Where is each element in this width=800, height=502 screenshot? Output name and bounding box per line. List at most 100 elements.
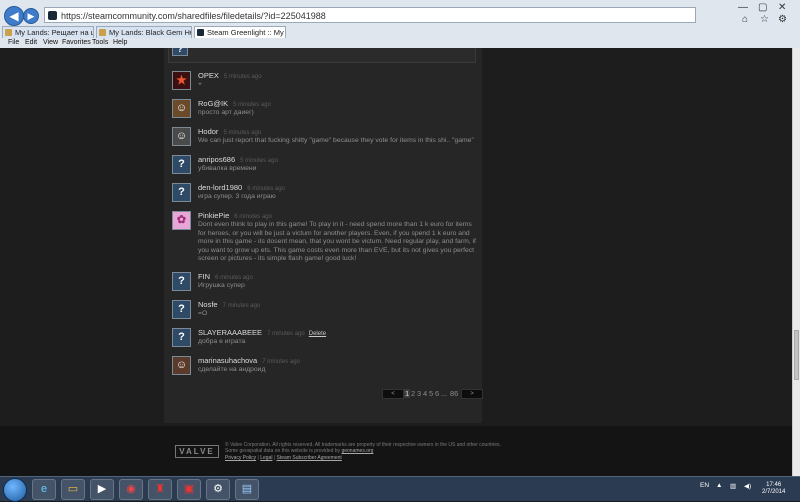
tab-favicon-icon	[5, 29, 12, 36]
comment: ? den-lord1980 6 minutes ago игра супер. …	[172, 183, 477, 207]
network-icon[interactable]: ▥	[730, 482, 736, 490]
valve-logo[interactable]: VALVE	[175, 445, 219, 458]
tab-my-lands-2[interactable]: My Lands: Black Gem Hunting	[96, 26, 192, 38]
comment-text: Dont even think to play in this game! To…	[198, 221, 476, 263]
comment-text: Игрушка супер	[198, 282, 245, 289]
comment-author[interactable]: SLAYERAAABEEE	[198, 328, 262, 337]
page-ellipsis: ...	[441, 389, 448, 398]
back-button[interactable]: ◀	[4, 6, 24, 26]
tab-steam-greenlight[interactable]: Steam Greenlight :: My Lands	[194, 26, 286, 38]
avatar-question-icon[interactable]: ?	[172, 300, 191, 319]
page-link-current[interactable]: 1	[404, 389, 411, 398]
media-player-icon[interactable]: ▶	[90, 479, 114, 500]
comment: ? SLAYERAAABEEE 7 minutes ago Delete добра…	[172, 328, 477, 352]
steam-icon[interactable]: ⚙	[206, 479, 230, 500]
comment-author[interactable]: marinasuhachova	[198, 356, 257, 365]
settings-gear-icon[interactable]: ⚙	[778, 14, 787, 25]
geonames-link[interactable]: geonames.org	[341, 448, 373, 454]
menu-tools[interactable]: Tools	[92, 38, 108, 48]
tab-label: My Lands: Рещает на цивили...	[15, 28, 93, 37]
app-icon[interactable]: ♜	[148, 479, 172, 500]
comment-author[interactable]: OPEX	[198, 71, 219, 80]
page-link[interactable]: 4	[423, 389, 427, 398]
menu-favorites[interactable]: Favorites	[62, 38, 91, 48]
avatar-star-icon[interactable]: ★	[172, 71, 191, 90]
page-link[interactable]: 3	[417, 389, 421, 398]
comment-author[interactable]: FIN	[198, 272, 210, 281]
tab-favicon-icon	[197, 29, 204, 36]
comment-author[interactable]: PinkiePie	[198, 211, 229, 220]
comment-time: 7 minutes ago	[262, 359, 300, 365]
explorer-folder-icon[interactable]: ▭	[61, 479, 85, 500]
footer: VALVE © Valve Corporation. All rights re…	[0, 426, 800, 476]
comment-time: 6 minutes ago	[215, 275, 253, 281]
avatar[interactable]: ?	[172, 48, 188, 56]
volume-icon[interactable]: ◀)	[744, 482, 751, 490]
comment: ☺ RoG@IK 5 minutes ago просто арт даиег)	[172, 99, 477, 123]
home-icon[interactable]: ⌂	[742, 14, 748, 25]
chrome-icon[interactable]: ◉	[119, 479, 143, 500]
next-page-button[interactable]: >	[461, 389, 483, 399]
comment-time: 5 minutes ago	[240, 158, 278, 164]
menu-file[interactable]: File	[8, 38, 19, 48]
window-icon[interactable]: ▤	[235, 479, 259, 500]
legal-link[interactable]: Legal	[260, 455, 272, 461]
comment-author[interactable]: den-lord1980	[198, 183, 242, 192]
comment: ? anripos686 5 minutes ago убивалка време…	[172, 155, 477, 179]
comment-text: игра супер. 3 года играю	[198, 193, 276, 200]
ie-icon[interactable]: e	[32, 479, 56, 500]
menu-view[interactable]: View	[43, 38, 58, 48]
comment-text: добра е играта	[198, 338, 246, 345]
tray-arrow-icon[interactable]: ▲	[716, 482, 722, 489]
minimize-icon[interactable]: —	[738, 2, 748, 13]
address-bar[interactable]: https://steamcommunity.com/sharedfiles/f…	[44, 7, 696, 23]
comments-panel: ? ★ OPEX 5 minutes ago + ☺ RoG@IK 5 minute…	[164, 48, 482, 423]
avatar-question-icon[interactable]: ?	[172, 183, 191, 202]
page-link[interactable]: 6	[435, 389, 439, 398]
comment-text: We can just report that fucking shitty "…	[198, 137, 474, 144]
avatar-face-icon[interactable]: ☺	[172, 99, 191, 118]
steam-favicon-icon	[48, 11, 57, 20]
comment-time: 5 minutes ago	[233, 102, 271, 108]
start-button-icon[interactable]	[3, 478, 27, 502]
tab-label: My Lands: Black Gem Hunting	[109, 28, 191, 37]
page-scrollbar[interactable]	[792, 48, 800, 476]
tab-favicon-icon	[99, 29, 106, 36]
comment-text: сделайте на андроид	[198, 366, 266, 373]
tab-label: Steam Greenlight :: My Lands	[207, 28, 285, 37]
comment-author[interactable]: RoG@IK	[198, 99, 228, 108]
ssa-link[interactable]: Steam Subscriber Agreement	[277, 455, 342, 461]
app-icon[interactable]: ▣	[177, 479, 201, 500]
comment: ? Nosfe 7 minutes ago =O	[172, 300, 477, 324]
comment-author[interactable]: Nosfe	[198, 300, 218, 309]
comment-text: +	[198, 81, 202, 88]
privacy-link[interactable]: Privacy Policy	[225, 455, 256, 461]
menu-help[interactable]: Help	[113, 38, 127, 48]
page-link[interactable]: 5	[429, 389, 433, 398]
maximize-icon[interactable]: ▢	[758, 2, 767, 13]
comment-author[interactable]: anripos686	[198, 155, 235, 164]
forward-button[interactable]: ▶	[23, 8, 39, 24]
avatar-face-icon[interactable]: ☺	[172, 356, 191, 375]
prev-page-button[interactable]: <	[382, 389, 404, 399]
comment-time: 7 minutes ago	[222, 303, 261, 309]
avatar-question-icon[interactable]: ?	[172, 328, 191, 347]
close-icon[interactable]: ✕	[778, 2, 786, 13]
page-link[interactable]: 2	[411, 389, 415, 398]
delete-comment-link[interactable]: Delete	[309, 331, 326, 337]
avatar-pony-icon[interactable]: ✿	[172, 211, 191, 230]
favorites-star-icon[interactable]: ☆	[760, 14, 769, 25]
avatar-face-icon[interactable]: ☺	[172, 127, 191, 146]
avatar-question-icon[interactable]: ?	[172, 272, 191, 291]
menu-edit[interactable]: Edit	[25, 38, 37, 48]
clock[interactable]: 17:46 2/7/2014	[762, 482, 785, 496]
clock-time: 17:46	[766, 482, 782, 488]
scrollbar-thumb[interactable]	[794, 330, 799, 380]
tab-my-lands-1[interactable]: My Lands: Рещает на цивили...	[2, 26, 94, 38]
language-indicator[interactable]: EN	[700, 482, 709, 489]
avatar-question-icon[interactable]: ?	[172, 155, 191, 174]
tab-strip: My Lands: Рещает на цивили... My Lands: …	[0, 26, 800, 38]
comment-author[interactable]: Hodor	[198, 127, 218, 136]
menu-bar: File Edit View Favorites Tools Help	[0, 38, 800, 48]
page-link[interactable]: 86	[450, 389, 458, 398]
